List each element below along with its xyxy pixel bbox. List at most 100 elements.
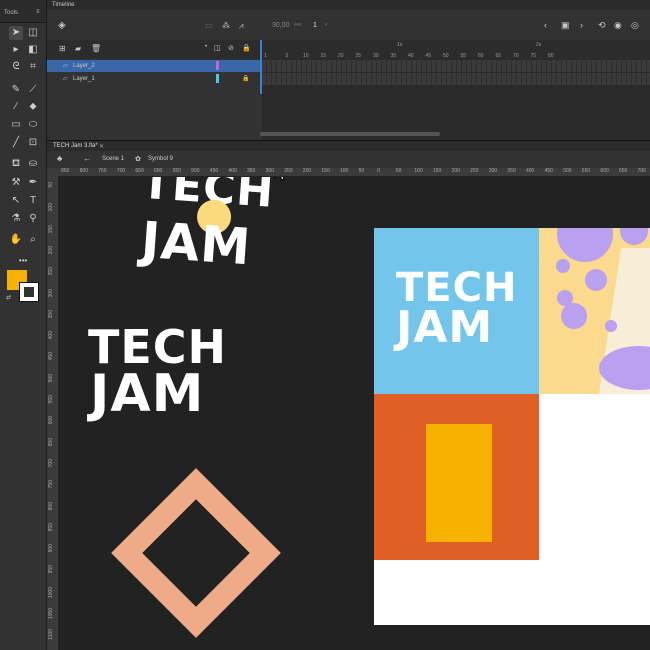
horizontal-ruler: 850 800 750 700 650 600 550 500 450 400 350 300 250 2…: [47, 168, 650, 177]
layer-name[interactable]: Layer_2: [73, 63, 95, 69]
fps-value[interactable]: 30,00: [272, 22, 290, 29]
timeline-tab[interactable]: Timeline: [47, 0, 650, 10]
logo-flat[interactable]: TECH JAM: [88, 320, 258, 427]
width-tool-icon[interactable]: ⊡: [26, 136, 40, 150]
stop-icon[interactable]: ▣: [561, 20, 570, 31]
layer-color-tag: [216, 74, 219, 83]
ink-bottle-tool-icon[interactable]: ⛀: [26, 157, 40, 171]
bone-tool-icon[interactable]: ⚒: [9, 176, 23, 190]
ruler-number: 350: [247, 168, 256, 174]
layer-row[interactable]: ▱ Layer_2: [47, 60, 260, 72]
lasso-tool-icon[interactable]: ᘓ: [9, 60, 23, 74]
panel-menu-icon[interactable]: ≡: [36, 9, 40, 15]
lock-icon[interactable]: 🔒: [242, 75, 249, 82]
ruler-number: 300: [265, 168, 274, 174]
scene-breadcrumb[interactable]: Scene 1: [102, 156, 124, 162]
graph-icon[interactable]: ⩘: [239, 21, 244, 31]
ruler-number: 800: [79, 168, 88, 174]
yellow-rectangle[interactable]: [426, 424, 492, 542]
frame-ruler[interactable]: 1s 2s 1 5 10 15 20 25 30 35 40 45 50 55 60 65 70 75 80: [262, 40, 650, 59]
more-tools-icon[interactable]: •••: [16, 254, 30, 268]
onion-outline-icon[interactable]: ◎: [631, 20, 639, 31]
ruler-number: 100: [340, 168, 349, 174]
eyedropper-tool-icon[interactable]: ⚗: [9, 212, 23, 226]
next-keyframe-icon[interactable]: ›: [580, 20, 583, 30]
subselection-tool-icon[interactable]: ▸: [9, 43, 23, 57]
visibility-toggle-icon[interactable]: ⊘: [228, 44, 234, 52]
frame-view-icon[interactable]: ▭: [205, 21, 213, 30]
symbol-breadcrumb[interactable]: Symbol 9: [148, 156, 173, 162]
delete-layer-icon[interactable]: 🗑: [91, 44, 101, 53]
pen-tool-icon[interactable]: ✒: [26, 176, 40, 190]
free-transform-tool-icon[interactable]: ◫: [26, 26, 40, 40]
frame-unit: F: [325, 22, 328, 27]
orange-panel[interactable]: [374, 394, 539, 560]
hierarchy-icon[interactable]: ⁂: [222, 21, 230, 30]
frame-number: 70: [513, 53, 519, 59]
timeline-toolbar: ◈ ▭ ⁂ ⩘ 30,00 FPS 1 F ‹ ▣ › ⟲ ◉ ◎: [47, 12, 650, 41]
text-tool-icon[interactable]: T: [26, 194, 40, 208]
stage-canvas[interactable]: TECH JAM TECH JAM TECH JAM: [58, 177, 650, 650]
layer-name[interactable]: Layer_1: [73, 76, 95, 82]
polygon-tool-icon[interactable]: ⌗: [26, 60, 40, 74]
ruler-number: 200: [451, 168, 460, 174]
stroke-color-swatch[interactable]: [19, 282, 39, 302]
lock-toggle-icon[interactable]: 🔒: [242, 44, 251, 52]
current-frame-value[interactable]: 1: [313, 22, 317, 29]
swap-colors-icon[interactable]: ⇄: [6, 294, 13, 301]
loop-icon[interactable]: ⟲: [598, 20, 606, 31]
artboard[interactable]: TECH JAM: [374, 228, 650, 625]
new-layer-icon[interactable]: ⊞: [59, 44, 66, 53]
zoom-tool-icon[interactable]: ⌕: [26, 233, 40, 247]
document-tab[interactable]: TECH Jam 3.fla*: [53, 143, 98, 149]
graphic-symbol-icon: ✿: [135, 156, 141, 163]
ruler-number: 250: [470, 168, 479, 174]
frame-number: 55: [460, 53, 467, 59]
ruler-number: 650: [135, 168, 144, 174]
frame-number: 1: [264, 53, 267, 59]
playhead[interactable]: [260, 40, 262, 94]
pencil-tool-icon[interactable]: ✎: [9, 83, 23, 97]
ruler-number: 500: [48, 373, 54, 383]
pin-tool-icon[interactable]: ⚲: [26, 212, 40, 226]
paint-brush-tool-icon[interactable]: ∕: [9, 100, 23, 114]
circles-art: [556, 228, 650, 394]
blue-panel[interactable]: TECH JAM: [374, 228, 539, 394]
logo-word-bottom: JAM: [90, 364, 205, 424]
back-arrow-icon[interactable]: ←: [83, 154, 91, 163]
ruler-number: 150: [321, 168, 330, 174]
ruler-number: 200: [302, 168, 312, 174]
oval-tool-icon[interactable]: ⬭: [26, 118, 40, 132]
frame-row[interactable]: [262, 60, 650, 72]
ruler-number: 250: [48, 267, 54, 276]
diamond-shape[interactable]: [111, 468, 281, 638]
logo-word-top: TECH: [88, 320, 228, 374]
subselect-arrow-icon[interactable]: ↖: [9, 194, 23, 208]
onion-skin-icon[interactable]: ◉: [614, 20, 622, 31]
ruler-number: 250: [284, 168, 293, 174]
frame-number: 30: [373, 53, 379, 59]
circles-panel[interactable]: [539, 228, 650, 394]
line-tool-icon[interactable]: ╱: [9, 136, 23, 150]
brush-tool-icon[interactable]: ⟋: [26, 83, 40, 97]
layers-stack-icon[interactable]: ◈: [58, 20, 66, 31]
prev-keyframe-icon[interactable]: ‹: [544, 20, 547, 30]
ruler-number: 150: [433, 168, 442, 174]
hand-tool-icon[interactable]: ✋: [9, 233, 23, 247]
new-folder-icon[interactable]: ▰: [75, 44, 81, 53]
timeline-scrollbar[interactable]: [260, 132, 440, 136]
rectangle-tool-icon[interactable]: ▭: [9, 118, 23, 132]
layer-row[interactable]: ▱ Layer_1 🔒: [47, 73, 260, 85]
close-tab-icon[interactable]: ✕: [99, 143, 104, 150]
outline-toggle-icon[interactable]: ◫: [214, 44, 221, 52]
eraser-tool-icon[interactable]: ⬥: [26, 100, 40, 114]
layer-color-tag: [216, 61, 219, 70]
selection-tool-icon[interactable]: ➤: [9, 26, 23, 40]
frame-row[interactable]: [262, 73, 650, 85]
frame-number: 20: [338, 53, 344, 59]
ruler-number: 500: [191, 168, 200, 174]
logo-rotated[interactable]: TECH JAM: [132, 177, 299, 292]
paint-bucket-tool-icon[interactable]: ⛾: [9, 157, 23, 171]
gradient-tool-icon[interactable]: ◧: [26, 43, 40, 57]
tools-panel: Tools ≡ ➤ ◫ ▸ ◧ ᘓ ⌗ ✎ ⟋ ∕ ⬥ ▭ ⬭ ╱ ⊡ ⛾ ⛀ …: [0, 0, 47, 650]
